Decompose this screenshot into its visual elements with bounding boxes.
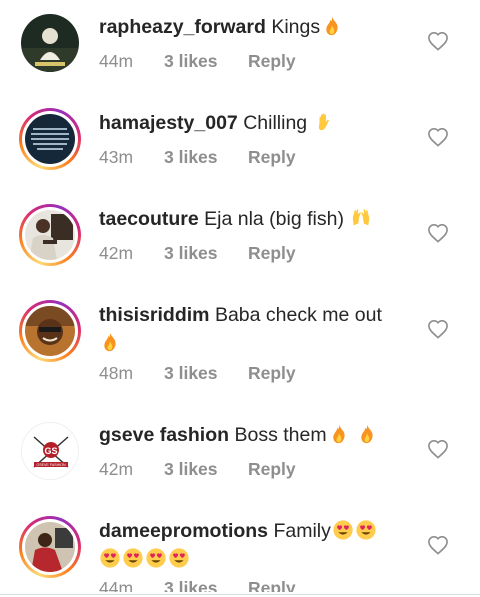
avatar-image xyxy=(25,522,75,572)
heart-eyes-emoji xyxy=(333,520,353,540)
reply-button[interactable]: Reply xyxy=(248,147,296,168)
avatar[interactable] xyxy=(19,300,81,362)
logo-text: GSEVE FASHION xyxy=(36,463,66,467)
like-heart-icon[interactable] xyxy=(427,127,449,147)
comment-likes[interactable]: 3 likes xyxy=(164,243,248,264)
reply-button[interactable]: Reply xyxy=(248,363,296,384)
comment-text: Kings xyxy=(271,16,321,38)
avatar-image xyxy=(25,210,75,260)
fire-emoji xyxy=(361,424,373,444)
reply-button[interactable]: Reply xyxy=(248,51,296,72)
avatar[interactable] xyxy=(19,12,81,74)
fire-emoji xyxy=(332,424,345,444)
comment-time: 44m xyxy=(99,51,134,71)
like-heart-icon[interactable] xyxy=(427,535,449,555)
reply-button[interactable]: Reply xyxy=(248,578,296,592)
comment-meta: 44m 3 likes Reply xyxy=(99,51,296,72)
avatar[interactable] xyxy=(19,516,81,578)
gseve-logo: GS GSEVE FASHION xyxy=(22,423,78,479)
comment-username[interactable]: taecouture xyxy=(99,208,199,230)
comment-meta: 44m 3 likes Reply xyxy=(99,578,296,592)
comment-time: 42m xyxy=(99,459,134,479)
fire-emoji xyxy=(104,332,116,352)
avatar-image xyxy=(21,14,79,72)
comment-meta: 42m 3 likes Reply xyxy=(99,243,296,264)
heart-eyes-emoji xyxy=(169,548,189,568)
avatar-image xyxy=(25,306,75,356)
comment-text: Baba check me out xyxy=(214,304,382,326)
avatar[interactable] xyxy=(19,108,81,170)
heart-eyes-emoji xyxy=(146,548,166,568)
comment-time: 44m xyxy=(99,578,134,592)
comment-username[interactable]: dameepromotions xyxy=(99,520,268,542)
like-heart-icon[interactable] xyxy=(427,31,449,51)
comment-text: Chilling xyxy=(243,112,308,134)
svg-text:GS: GS xyxy=(44,446,57,456)
comment-meta: 48m 3 likes Reply xyxy=(99,363,296,384)
comment-likes[interactable]: 3 likes xyxy=(164,578,248,592)
comment-text: Eja nla (big fish) xyxy=(204,208,344,230)
avatar[interactable] xyxy=(19,204,81,266)
comment-likes[interactable]: 3 likes xyxy=(164,147,248,168)
heart-eyes-emoji xyxy=(100,548,120,568)
waving-hand-emoji xyxy=(318,113,329,131)
like-heart-icon[interactable] xyxy=(427,223,449,243)
comment-username[interactable]: thisisriddim xyxy=(99,304,210,326)
comment-time: 48m xyxy=(99,363,134,383)
comment-username[interactable]: rapheazy_forward xyxy=(99,16,266,38)
comment-meta: 43m 3 likes Reply xyxy=(99,147,296,168)
heart-eyes-emoji xyxy=(356,520,376,540)
heart-eyes-emoji xyxy=(123,548,143,568)
fire-emoji xyxy=(326,16,338,36)
comment-likes[interactable]: 3 likes xyxy=(164,51,248,72)
bottom-divider xyxy=(0,594,480,595)
avatar-image xyxy=(25,114,75,164)
comment-username[interactable]: hamajesty_007 xyxy=(99,112,238,134)
comment-time: 43m xyxy=(99,147,134,167)
comment-username[interactable]: gseve fashion xyxy=(99,424,229,446)
comment-time: 42m xyxy=(99,243,134,263)
comment-likes[interactable]: 3 likes xyxy=(164,459,248,480)
comment-likes[interactable]: 3 likes xyxy=(164,363,248,384)
raising-hands-emoji xyxy=(353,209,370,226)
like-heart-icon[interactable] xyxy=(427,439,449,459)
comment-meta: 42m 3 likes Reply xyxy=(99,459,296,480)
reply-button[interactable]: Reply xyxy=(248,243,296,264)
avatar[interactable]: GS GSEVE FASHION xyxy=(19,420,81,482)
comment-text: Family xyxy=(273,520,331,542)
like-heart-icon[interactable] xyxy=(427,319,449,339)
comment-text: Boss them xyxy=(234,424,327,446)
reply-button[interactable]: Reply xyxy=(248,459,296,480)
